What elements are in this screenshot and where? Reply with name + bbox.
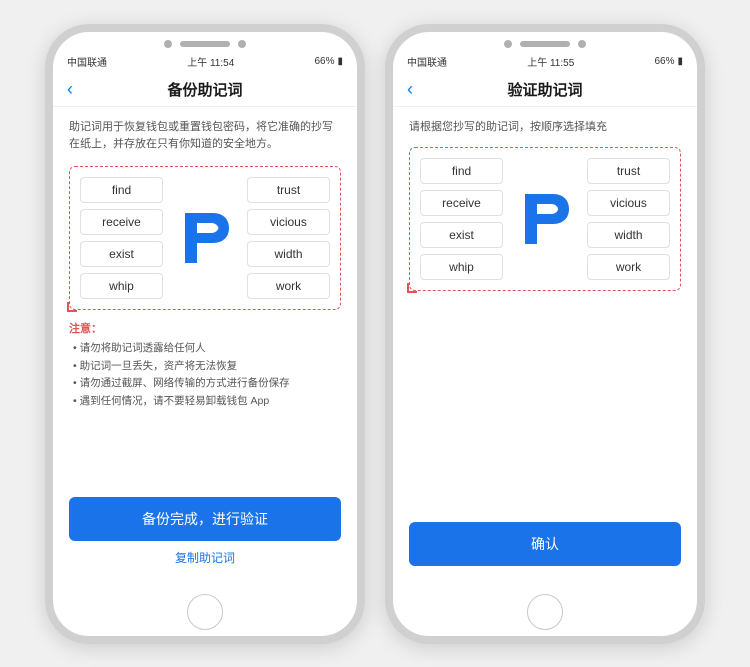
battery-2: 66% ▮ <box>654 56 683 67</box>
phone-screen-1: 中国联通 上午 11:54 66% ▮ ‹ 备份助记词 助记词用于恢复钱包或重置… <box>53 32 357 636</box>
nav-bar-2: ‹ 验证助记词 <box>393 73 697 107</box>
battery-text-1: 66% <box>314 56 334 67</box>
warning-section-1: 注意： • 请勿将助记词透露给任何人 • 助记词一旦丢失，资产将无法恢复 • 请… <box>69 320 341 411</box>
battery-icon-1: ▮ <box>337 56 343 67</box>
camera-dot-2 <box>238 40 246 48</box>
content-1: 助记词用于恢复钱包或重置钱包密码，将它准确的抄写在纸上，并存放在只有你知道的安全… <box>53 107 357 586</box>
phone-shell-1: 中国联通 上午 11:54 66% ▮ ‹ 备份助记词 助记词用于恢复钱包或重置… <box>45 24 365 644</box>
nav-title-1: 备份助记词 <box>167 79 242 100</box>
mnemonic-grid-2: find trust receive vicious exi <box>420 158 670 280</box>
time-2: 上午 11:55 <box>527 54 574 69</box>
phone-1: 中国联通 上午 11:54 66% ▮ ‹ 备份助记词 助记词用于恢复钱包或重置… <box>45 24 365 644</box>
verify-desc: 请根据您抄写的助记词，按顺序选择填充 <box>409 119 681 136</box>
camera-dot-1 <box>164 40 172 48</box>
nav-bar-1: ‹ 备份助记词 <box>53 73 357 107</box>
top-bar-1 <box>53 32 357 52</box>
mnemonic-box-2: find trust receive vicious exi <box>409 147 681 291</box>
status-bar-1: 中国联通 上午 11:54 66% ▮ <box>53 52 357 73</box>
word-left-1: find <box>80 177 163 203</box>
top-bar-2 <box>393 32 697 52</box>
warning-title-1: 注意： <box>69 320 341 336</box>
verify-word-right-4[interactable]: work <box>587 254 670 280</box>
speaker-bar-1 <box>180 41 230 47</box>
word-right-2: vicious <box>247 209 330 235</box>
verify-word-left-1[interactable]: find <box>420 158 503 184</box>
home-button-2[interactable] <box>527 594 563 630</box>
warning-item-2: • 助记词一旦丢失，资产将无法恢复 <box>69 358 341 376</box>
logo-center-1 <box>169 203 241 273</box>
word-left-4: whip <box>80 273 163 299</box>
warning-item-1: • 请勿将助记词透露给任何人 <box>69 340 341 358</box>
verify-word-right-2[interactable]: vicious <box>587 190 670 216</box>
verify-word-right-3[interactable]: width <box>587 222 670 248</box>
logo-center-2 <box>509 184 581 254</box>
corner-mark-2 <box>407 283 417 293</box>
battery-1: 66% ▮ <box>314 56 343 67</box>
description-1: 助记词用于恢复钱包或重置钱包密码，将它准确的抄写在纸上，并存放在只有你知道的安全… <box>69 119 341 154</box>
verify-word-right-1[interactable]: trust <box>587 158 670 184</box>
back-button-1[interactable]: ‹ <box>67 80 73 98</box>
verify-word-left-2[interactable]: receive <box>420 190 503 216</box>
word-left-2: receive <box>80 209 163 235</box>
phone-2: 中国联通 上午 11:55 66% ▮ ‹ 验证助记词 请根据您抄写的助记词，按… <box>385 24 705 644</box>
mnemonic-grid-1: find trust receive <box>80 177 330 299</box>
backup-complete-button[interactable]: 备份完成，进行验证 <box>69 497 341 541</box>
verify-word-left-3[interactable]: exist <box>420 222 503 248</box>
carrier-1: 中国联通 <box>67 54 107 69</box>
warning-item-3: • 请勿通过截屏、网络传输的方式进行备份保存 <box>69 375 341 393</box>
battery-icon-2: ▮ <box>677 56 683 67</box>
confirm-button[interactable]: 确认 <box>409 522 681 566</box>
back-button-2[interactable]: ‹ <box>407 80 413 98</box>
camera-dot-3 <box>504 40 512 48</box>
nav-title-2: 验证助记词 <box>507 79 582 100</box>
home-indicator-1 <box>53 586 357 636</box>
home-indicator-2 <box>393 586 697 636</box>
verify-word-left-4[interactable]: whip <box>420 254 503 280</box>
battery-text-2: 66% <box>654 56 674 67</box>
time-1: 上午 11:54 <box>187 54 234 69</box>
carrier-2: 中国联通 <box>407 54 447 69</box>
speaker-bar-2 <box>520 41 570 47</box>
warning-item-4: • 遇到任何情况，请不要轻易卸载钱包 App <box>69 393 341 411</box>
tp-logo-2 <box>515 184 575 254</box>
home-button-1[interactable] <box>187 594 223 630</box>
tp-logo-1 <box>175 203 235 273</box>
status-bar-2: 中国联通 上午 11:55 66% ▮ <box>393 52 697 73</box>
copy-mnemonic-link[interactable]: 复制助记词 <box>69 549 341 566</box>
corner-mark-1 <box>67 302 77 312</box>
phone-screen-2: 中国联通 上午 11:55 66% ▮ ‹ 验证助记词 请根据您抄写的助记词，按… <box>393 32 697 636</box>
word-right-4: work <box>247 273 330 299</box>
camera-dot-4 <box>578 40 586 48</box>
content-2: 请根据您抄写的助记词，按顺序选择填充 find trust receive <box>393 107 697 586</box>
word-right-1: trust <box>247 177 330 203</box>
phone-shell-2: 中国联通 上午 11:55 66% ▮ ‹ 验证助记词 请根据您抄写的助记词，按… <box>385 24 705 644</box>
mnemonic-box-1: find trust receive <box>69 166 341 310</box>
word-right-3: width <box>247 241 330 267</box>
word-left-3: exist <box>80 241 163 267</box>
